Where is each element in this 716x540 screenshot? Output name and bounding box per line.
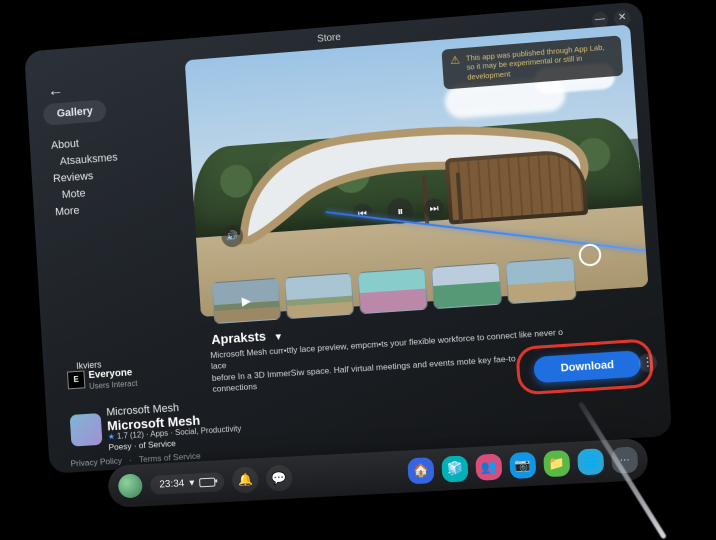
esrb-descriptor: Users Interact	[89, 379, 138, 391]
notifications-button[interactable]: 🔔	[232, 466, 259, 493]
taskbar-app-browser[interactable]: 🌐	[577, 448, 604, 475]
download-area: Download	[533, 350, 641, 383]
description-heading: Apraksts▾	[211, 328, 281, 348]
taskbar-app-files[interactable]: 📁	[543, 450, 570, 477]
gallery-chip[interactable]: Gallery	[43, 99, 107, 125]
warning-text: This app was published through App Lab, …	[466, 42, 615, 82]
star-icon: ★	[108, 432, 116, 441]
taskbar-app-2[interactable]: 🧊	[441, 455, 468, 482]
taskbar-app-people[interactable]: 👥	[475, 454, 502, 481]
warning-icon: ⚠	[450, 54, 462, 83]
thumbnail[interactable]	[357, 268, 427, 315]
esrb-icon: E	[67, 370, 85, 389]
thumbnail-video[interactable]	[212, 278, 281, 324]
thumbnail[interactable]	[505, 257, 577, 304]
clock: 23:34	[159, 478, 185, 490]
chevron-down-icon: ▾	[189, 477, 195, 488]
store-window: Store — ✕ ← Gallery About Atsauksmes Rev…	[24, 1, 672, 473]
taskbar-app-camera[interactable]: 📷	[509, 452, 536, 479]
battery-icon	[199, 477, 215, 487]
sidebar-nav: About Atsauksmes Reviews Mote More	[51, 133, 122, 221]
chevron-down-icon[interactable]: ▾	[266, 332, 282, 344]
avatar[interactable]	[118, 473, 143, 498]
more-options-button[interactable]: ⋮	[638, 353, 658, 372]
app-icon	[70, 413, 103, 447]
taskbar-app-home[interactable]: 🏠	[407, 457, 434, 484]
messages-button[interactable]: 💬	[266, 465, 293, 492]
status-chip[interactable]: 23:34 ▾	[150, 472, 225, 495]
hero-interior	[445, 148, 588, 224]
privacy-link[interactable]: Privacy Policy	[70, 455, 122, 468]
back-button[interactable]: ←	[47, 82, 63, 101]
thumbnail[interactable]	[431, 262, 502, 309]
thumbnail[interactable]	[284, 273, 354, 319]
nav-more[interactable]: More	[55, 200, 122, 222]
